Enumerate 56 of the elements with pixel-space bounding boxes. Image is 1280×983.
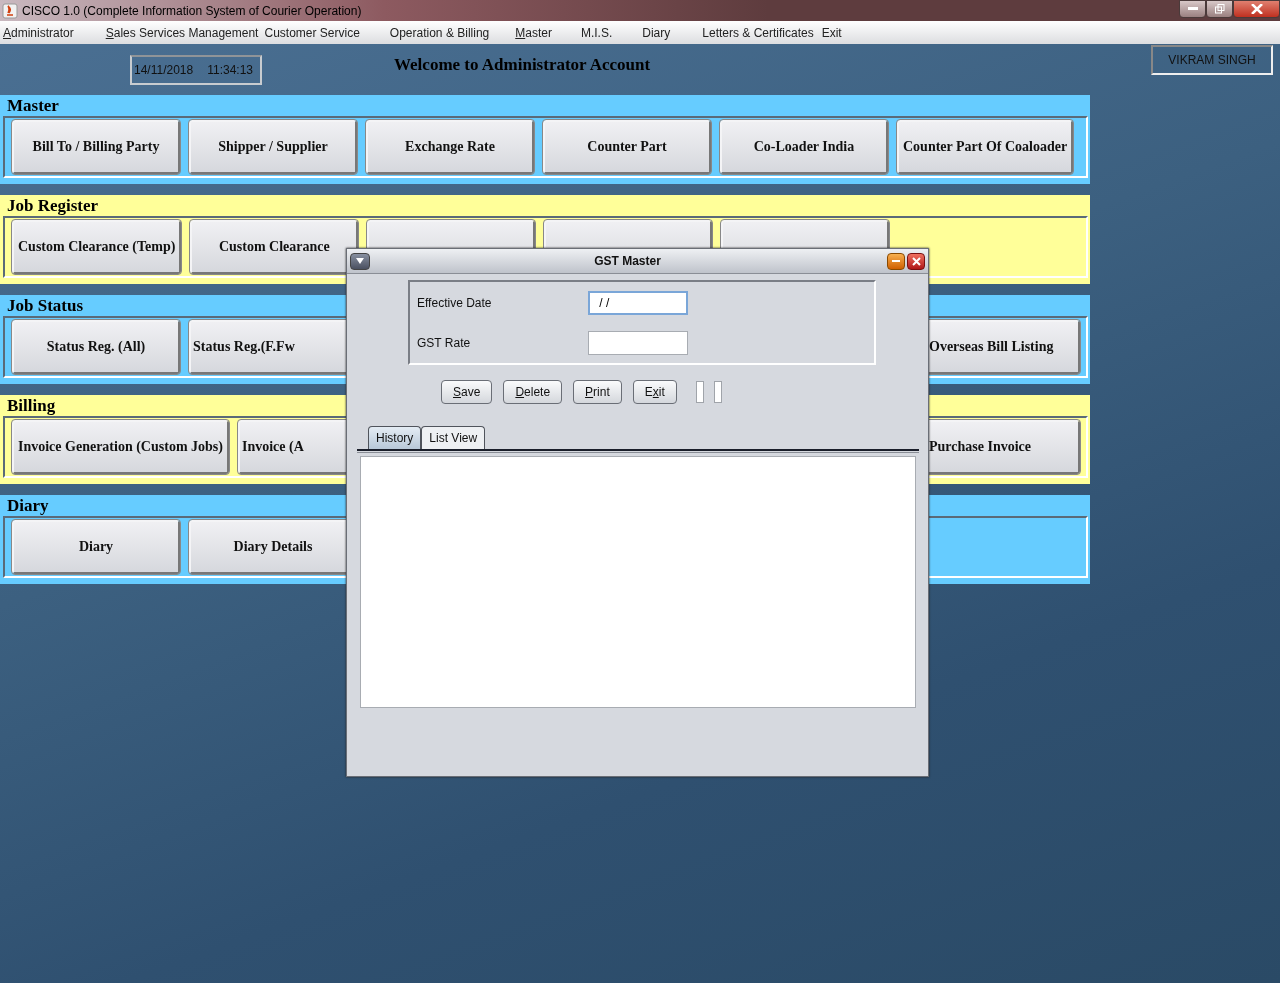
section-title: Billing xyxy=(7,396,56,416)
dropdown-button[interactable] xyxy=(350,252,370,270)
minimize-button[interactable] xyxy=(887,252,905,270)
minimize-button[interactable] xyxy=(1179,0,1206,18)
section-title: Master xyxy=(7,96,59,116)
action-button[interactable]: Exit xyxy=(632,380,677,404)
restore-icon xyxy=(1214,4,1225,14)
menu-item[interactable]: Letters & Certificates xyxy=(699,25,817,40)
module-button[interactable]: Exchange Rate xyxy=(366,120,534,174)
caret-icon xyxy=(356,258,364,264)
window-title: CISCO 1.0 (Complete Information System of Courier Operation) xyxy=(22,3,362,18)
close-icon xyxy=(911,256,921,266)
tab[interactable]: History xyxy=(368,426,422,449)
module-button[interactable]: Bill To / Billing Party xyxy=(12,120,180,174)
field-label: GST Rate xyxy=(417,335,472,350)
menu-item[interactable]: M.I.S. xyxy=(577,25,616,40)
menu-item[interactable]: Sales Services Management xyxy=(102,25,262,40)
time-text: 11:34:13 xyxy=(207,63,253,77)
menu-item[interactable]: Operation & Billing xyxy=(386,25,493,40)
action-button[interactable]: Delete xyxy=(503,380,563,404)
module-button[interactable]: Counter Part Of Coaloader xyxy=(897,120,1074,174)
menu-item[interactable]: Master xyxy=(512,25,555,40)
action-button[interactable]: Print xyxy=(573,380,622,404)
close-button[interactable] xyxy=(1233,0,1280,18)
date-text: 14/11/2018 xyxy=(134,63,194,77)
app-icon xyxy=(2,2,18,19)
menu-item[interactable]: Customer Service xyxy=(261,25,363,40)
menu-item[interactable]: Administrator xyxy=(0,25,77,40)
menu-item[interactable]: Exit xyxy=(818,25,845,40)
close-button[interactable] xyxy=(907,252,925,270)
section-title: Job Register xyxy=(7,196,99,216)
dialog-title: GST Master xyxy=(593,254,662,268)
menu-item[interactable]: Diary xyxy=(639,25,674,40)
minimize-icon xyxy=(892,259,900,263)
input-field[interactable]: / / xyxy=(588,290,688,315)
field-label: Effective Date xyxy=(417,295,493,310)
welcome-heading: Welcome to Administrator Account xyxy=(394,55,651,75)
blank-field xyxy=(695,381,704,403)
section-title: Job Status xyxy=(7,296,84,316)
action-button[interactable]: Save xyxy=(441,380,493,404)
module-button[interactable]: Custom Clearance (Temp) xyxy=(12,220,182,274)
section-title: Diary xyxy=(7,496,49,516)
module-button[interactable]: Shipper / Supplier xyxy=(189,120,357,174)
blank-field xyxy=(713,381,722,403)
user-name-box: VIKRAM SINGH xyxy=(1151,45,1273,75)
module-button[interactable]: Invoice Generation (Custom Jobs) xyxy=(12,420,229,474)
module-button[interactable]: Diary xyxy=(12,520,180,574)
restore-button[interactable] xyxy=(1206,0,1233,18)
input-field[interactable] xyxy=(588,330,688,355)
close-icon xyxy=(1250,4,1263,14)
module-button[interactable]: Custom Clearance xyxy=(190,220,359,274)
tab[interactable]: List View xyxy=(421,426,486,449)
module-button[interactable]: Status Reg. (All) xyxy=(12,320,180,374)
module-button[interactable]: Co-Loader India xyxy=(720,120,888,174)
minimize-icon xyxy=(1187,7,1198,11)
module-button[interactable]: Counter Part xyxy=(543,120,711,174)
